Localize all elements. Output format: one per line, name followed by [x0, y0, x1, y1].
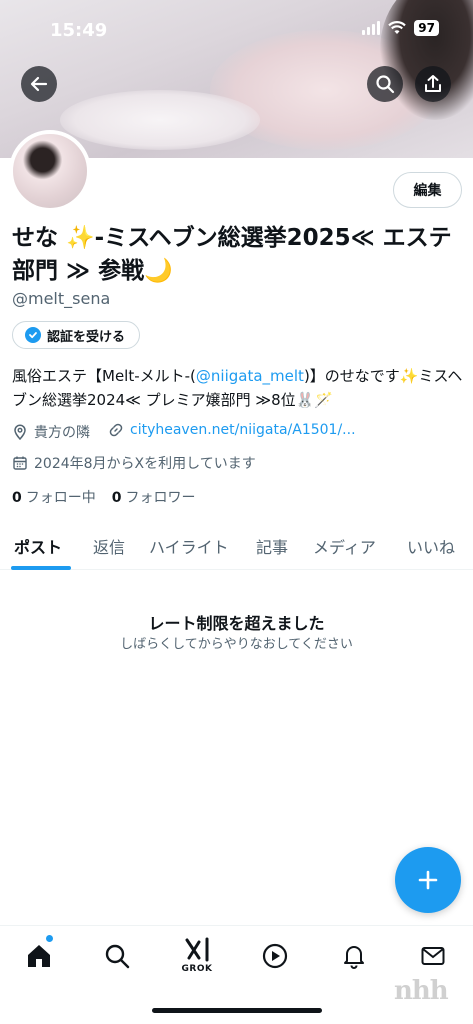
- battery-icon: 97: [414, 20, 439, 36]
- bell-icon: [344, 946, 364, 969]
- tab-highlights[interactable]: ハイライト: [149, 522, 229, 569]
- handle: @melt_sena: [12, 289, 111, 308]
- status-icons: 97: [362, 20, 439, 36]
- grok-icon: [185, 937, 209, 962]
- edit-profile-button[interactable]: 編集: [393, 172, 462, 208]
- location: 貴方の隣: [12, 422, 90, 442]
- website-link[interactable]: cityheaven.net/niigata/A1501/...: [130, 422, 356, 438]
- home-notification-dot: [46, 935, 53, 942]
- location-pin-icon: [14, 424, 26, 440]
- tab-posts[interactable]: ポスト: [14, 522, 62, 569]
- watermark-logo: nhh: [394, 976, 449, 1006]
- home-icon: [28, 945, 50, 967]
- back-button[interactable]: [21, 66, 57, 102]
- nav-video[interactable]: [255, 936, 295, 976]
- joined-date: 2024年8月からXを利用しています: [12, 453, 256, 473]
- share-icon: [425, 75, 441, 92]
- signal-icon: [362, 21, 381, 35]
- bio-mention-link[interactable]: @niigata_melt: [196, 367, 304, 385]
- grok-label: GROK: [181, 964, 213, 974]
- get-verified-button[interactable]: 認証を受ける: [12, 321, 141, 349]
- search-button[interactable]: [367, 66, 403, 102]
- tab-replies[interactable]: 返信: [93, 522, 125, 569]
- home-indicator[interactable]: [152, 1008, 322, 1013]
- follow-counts: 0 フォロー中 0 フォロワー: [12, 487, 196, 507]
- plus-icon: [418, 870, 438, 890]
- display-name: せな ✨-ミスヘブン総選挙2025≪ エステ部門 ≫ 参戦🌙: [12, 225, 452, 284]
- rate-limit-subtitle: しばらくしてからやりなおしてください: [120, 637, 353, 652]
- joined-text: 2024年8月からXを利用しています: [34, 456, 256, 472]
- banner-photo-bed: [60, 90, 260, 150]
- search-icon: [376, 75, 395, 94]
- compose-button[interactable]: [395, 847, 461, 913]
- tab-media[interactable]: メディア: [313, 522, 376, 569]
- rate-limit-title: レート制限を超えました: [148, 614, 325, 633]
- location-text: 貴方の隣: [34, 425, 90, 441]
- verified-badge-icon: [25, 327, 41, 343]
- status-time: 15:49: [50, 20, 108, 41]
- profile-tabs: ポスト 返信 ハイライト 記事 メディア いいね: [0, 522, 473, 570]
- calendar-icon: [13, 456, 27, 470]
- followers-link[interactable]: 0 フォロワー: [112, 487, 196, 507]
- avatar[interactable]: [9, 130, 91, 212]
- nav-explore[interactable]: [97, 936, 137, 976]
- website[interactable]: cityheaven.net/niigata/A1501/...: [108, 422, 356, 438]
- link-icon: [109, 423, 123, 437]
- wifi-icon: [388, 21, 407, 34]
- active-tab-indicator: [11, 566, 71, 570]
- bio: 風俗エステ【Melt-メルト-(@niigata_melt)】のせなです✨ミスヘ…: [12, 364, 467, 412]
- mail-icon: [421, 947, 445, 965]
- search-icon: [105, 944, 130, 969]
- arrow-left-icon: [30, 76, 48, 92]
- tab-likes[interactable]: いいね: [407, 522, 455, 569]
- nav-messages[interactable]: [413, 936, 453, 976]
- following-link[interactable]: 0 フォロー中: [12, 487, 96, 507]
- tab-articles[interactable]: 記事: [256, 522, 288, 569]
- nav-notifications[interactable]: [334, 936, 374, 976]
- play-circle-icon: [262, 943, 288, 969]
- nav-home[interactable]: [19, 936, 59, 976]
- share-button[interactable]: [415, 66, 451, 102]
- verify-label: 認証を受ける: [47, 329, 126, 345]
- bio-prefix: 風俗エステ【Melt-メルト-(: [12, 367, 196, 385]
